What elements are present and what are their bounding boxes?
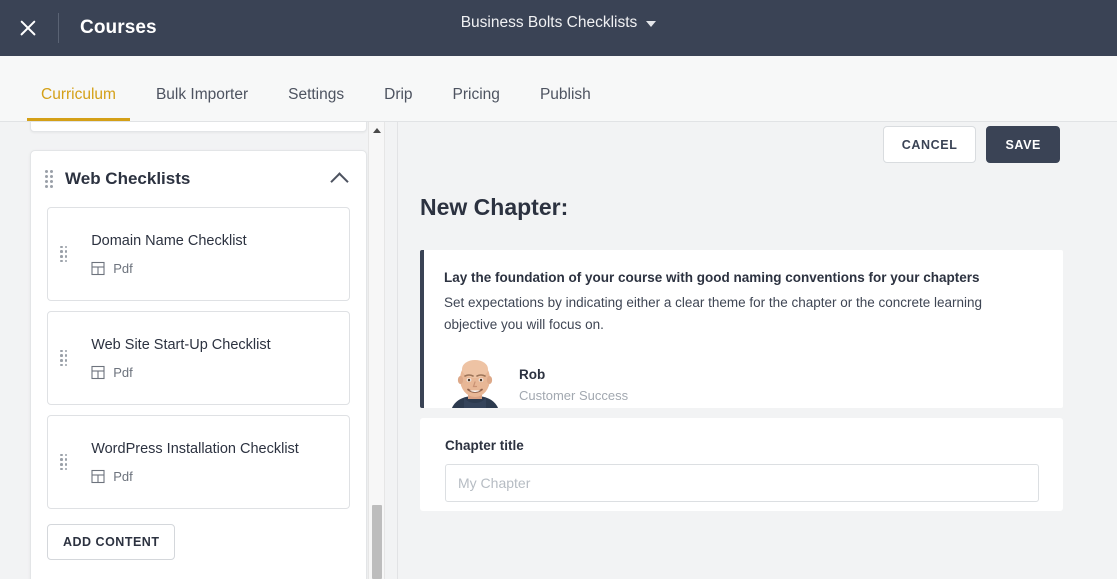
avatar <box>444 352 506 408</box>
sidebar-scrollbar[interactable] <box>368 122 385 579</box>
lesson-title: WordPress Installation Checklist <box>91 440 299 457</box>
lesson-type-row: Pdf <box>91 261 247 276</box>
lesson-type-row: Pdf <box>91 469 299 484</box>
editor-heading: New Chapter: <box>420 194 569 220</box>
lesson-title: Web Site Start-Up Checklist <box>91 336 271 353</box>
lesson-type-label: Pdf <box>113 468 133 484</box>
chapter-header: Web Checklists <box>31 151 366 207</box>
add-content-button[interactable]: ADD CONTENT <box>47 524 176 560</box>
author-name: Rob <box>519 366 546 382</box>
list-item[interactable]: WordPress Installation Checklist Pdf <box>47 415 350 509</box>
drag-handle-icon[interactable] <box>60 453 68 471</box>
author-role: Customer Success <box>519 387 629 403</box>
author-meta: Rob Customer Success <box>519 353 628 403</box>
pdf-icon <box>91 261 105 275</box>
course-name-label: Business Bolts Checklists <box>460 14 638 31</box>
chapter-title-field-card: Chapter title <box>420 418 1063 511</box>
course-selector-wrap: Business Bolts Checklists <box>0 14 1117 32</box>
tab-drip[interactable]: Drip <box>364 86 432 121</box>
lesson-body: WordPress Installation Checklist Pdf <box>79 441 299 484</box>
tip-author: Rob Customer Success <box>444 352 1041 408</box>
tab-list: Curriculum Bulk Importer Settings Drip P… <box>0 56 1117 121</box>
drag-handle-icon[interactable] <box>60 245 68 263</box>
tab-curriculum[interactable]: Curriculum <box>21 86 136 121</box>
close-icon <box>18 18 38 38</box>
drag-handle-icon[interactable] <box>60 349 68 367</box>
previous-chapter-card-partial[interactable] <box>30 122 367 132</box>
drag-handle-icon[interactable] <box>45 170 53 188</box>
chapter-title-input[interactable] <box>445 464 1039 502</box>
lesson-type-label: Pdf <box>113 364 133 380</box>
chevron-down-icon <box>646 21 657 27</box>
tip-content: Lay the foundation of your course with g… <box>424 250 1063 408</box>
header-divider <box>58 13 59 43</box>
pdf-icon <box>91 469 105 483</box>
tip-card: Lay the foundation of your course with g… <box>420 250 1063 408</box>
save-button[interactable]: SAVE <box>986 126 1060 163</box>
tab-pricing[interactable]: Pricing <box>433 86 520 121</box>
list-item[interactable]: Web Site Start-Up Checklist Pdf <box>47 311 350 405</box>
course-selector[interactable]: Business Bolts Checklists <box>461 14 657 32</box>
lesson-body: Web Site Start-Up Checklist Pdf <box>79 337 270 380</box>
editor-actions: CANCEL SAVE <box>882 126 1060 163</box>
tip-headline: Lay the foundation of your course with g… <box>444 270 980 285</box>
tab-publish[interactable]: Publish <box>520 86 611 121</box>
chapter-card: Web Checklists Domain Name Checklist Pdf… <box>30 150 367 579</box>
scrollbar-thumb[interactable] <box>372 505 382 579</box>
chapter-editor-panel: CANCEL SAVE New Chapter: Lay the foundat… <box>398 122 1117 579</box>
chapter-title-label: Web Checklists <box>65 169 191 188</box>
avatar-photo <box>444 352 506 408</box>
chevron-up-icon[interactable] <box>330 172 349 191</box>
tab-bar: Curriculum Bulk Importer Settings Drip P… <box>0 56 1117 122</box>
app-header: Courses Business Bolts Checklists <box>0 0 1117 56</box>
tab-settings[interactable]: Settings <box>268 86 364 121</box>
tip-body-text: Set expectations by indicating either a … <box>444 295 983 332</box>
tab-bulk-importer[interactable]: Bulk Importer <box>136 86 268 121</box>
curriculum-sidebar: Web Checklists Domain Name Checklist Pdf… <box>0 122 382 579</box>
lesson-type-label: Pdf <box>113 260 133 276</box>
lesson-body: Domain Name Checklist Pdf <box>79 233 247 276</box>
page-title: Courses <box>80 17 157 38</box>
lesson-title: Domain Name Checklist <box>91 232 247 249</box>
cancel-button[interactable]: CANCEL <box>882 126 977 163</box>
chapter-title-label: Chapter title <box>445 438 524 453</box>
list-item[interactable]: Domain Name Checklist Pdf <box>47 207 350 301</box>
lesson-list: Domain Name Checklist Pdf Web Site Start… <box>31 207 366 509</box>
pdf-icon <box>91 365 105 379</box>
scroll-up-arrow-icon[interactable] <box>372 128 381 133</box>
close-button[interactable] <box>0 0 56 56</box>
lesson-type-row: Pdf <box>91 365 270 380</box>
